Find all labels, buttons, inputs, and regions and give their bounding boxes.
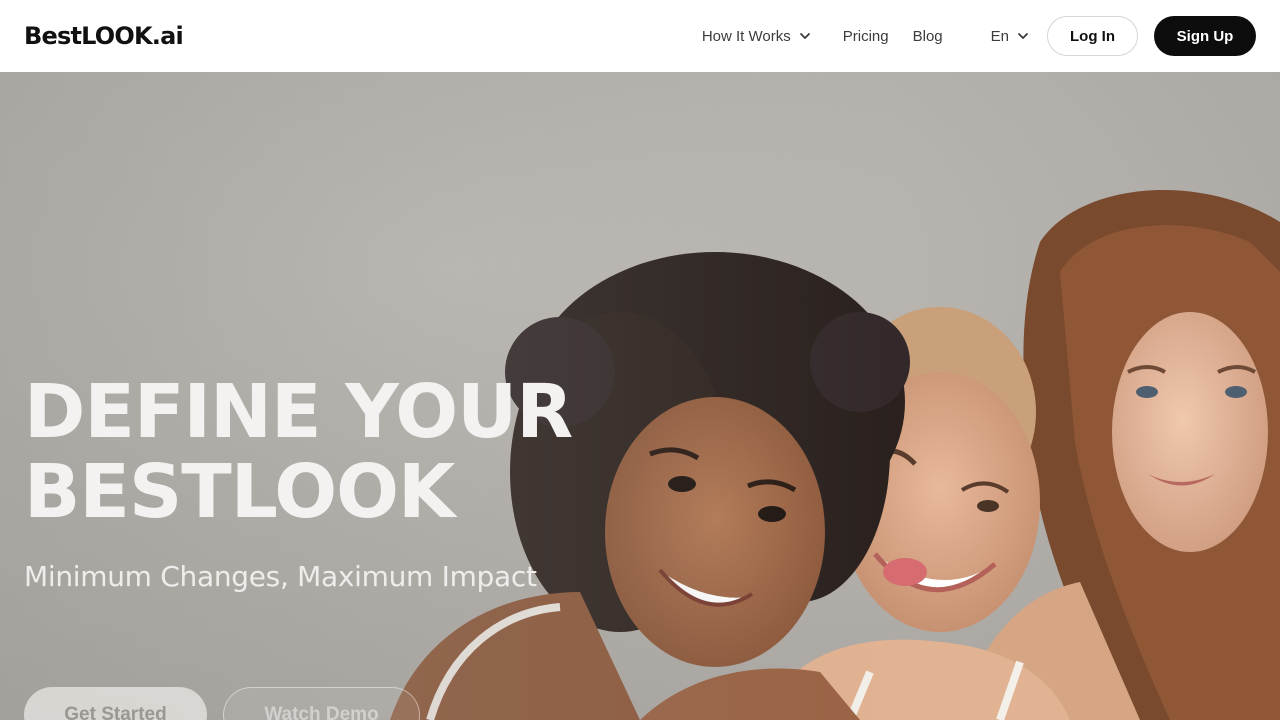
- hero-title-line-1: DEFINE YOUR: [24, 369, 573, 455]
- brand-logo[interactable]: BestLOOK.ai: [24, 22, 184, 50]
- nav-how-it-works[interactable]: How It Works: [702, 28, 811, 45]
- chevron-down-icon: [1018, 33, 1028, 39]
- hero-title-line-2: BESTLOOK: [24, 449, 455, 535]
- site-header: BestLOOK.ai How It Works Pricing Blog En…: [0, 0, 1280, 72]
- get-started-button[interactable]: Get Started: [24, 687, 207, 720]
- nav-how-it-works-label: How It Works: [701, 27, 791, 45]
- watch-demo-button[interactable]: Watch Demo: [223, 687, 420, 720]
- main-nav: How It Works Pricing Blog En Log In Sign…: [702, 0, 1256, 72]
- chevron-down-icon: [799, 33, 810, 39]
- nav-pricing[interactable]: Pricing: [843, 28, 889, 45]
- nav-blog[interactable]: Blog: [913, 28, 943, 45]
- language-selector[interactable]: En: [991, 28, 1029, 45]
- login-button[interactable]: Log In: [1047, 16, 1138, 56]
- signup-button[interactable]: Sign Up: [1154, 16, 1256, 56]
- hero-subtitle: Minimum Changes, Maximum Impact: [24, 560, 537, 593]
- hero-title: DEFINE YOUR BESTLOOK: [24, 369, 573, 535]
- hero-section: DEFINE YOUR BESTLOOK Minimum Changes, Ma…: [0, 72, 1280, 720]
- language-label: En: [990, 27, 1009, 45]
